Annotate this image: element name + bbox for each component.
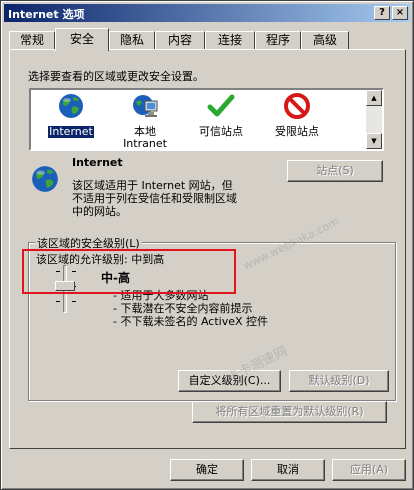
internet-options-dialog: Internet 选项 ? × 常规 安全 隐私 内容 连接 程序 高级 选择要… bbox=[0, 0, 414, 490]
default-level-button[interactable]: 默认级别(D) bbox=[289, 370, 389, 392]
globe-icon bbox=[59, 94, 83, 118]
cancel-button[interactable]: 取消 bbox=[251, 459, 325, 481]
zone-label-line2: Intranet bbox=[123, 137, 167, 150]
level-bullet-3: - 不下载未签名的 ActiveX 控件 bbox=[113, 315, 269, 328]
apply-button[interactable]: 应用(A) bbox=[332, 459, 406, 481]
window-title: Internet 选项 bbox=[8, 8, 85, 21]
title-bar: Internet 选项 ? × bbox=[4, 4, 410, 22]
zone-trusted-sites[interactable]: 可信站点 bbox=[185, 92, 257, 148]
zone-restricted-sites[interactable]: 受限站点 bbox=[261, 92, 333, 148]
zone-instruction: 选择要查看的区域或更改安全设置。 bbox=[28, 70, 204, 83]
zone-label: 可信站点 bbox=[199, 125, 243, 138]
tab-general[interactable]: 常规 bbox=[9, 31, 55, 50]
checkmark-icon bbox=[207, 94, 235, 117]
zone-list: Internet 本地 Intranet 可信站点 受限站点 ▲ ▼ bbox=[29, 88, 384, 151]
tab-programs[interactable]: 程序 bbox=[255, 31, 301, 50]
zone-list-scrollbar[interactable]: ▲ ▼ bbox=[366, 90, 382, 149]
zone-description-line-3: 中的网站。 bbox=[72, 205, 127, 218]
reset-all-zones-button[interactable]: 将所有区域重置为默认级别(R) bbox=[192, 401, 387, 423]
zone-internet[interactable]: Internet bbox=[35, 92, 107, 148]
zone-name: Internet bbox=[72, 156, 123, 169]
tab-connections[interactable]: 连接 bbox=[205, 31, 255, 50]
tab-security[interactable]: 安全 bbox=[55, 28, 109, 51]
help-button[interactable]: ? bbox=[374, 6, 390, 20]
scroll-up-button[interactable]: ▲ bbox=[366, 90, 382, 106]
globe-icon bbox=[32, 166, 58, 192]
restricted-icon bbox=[284, 93, 310, 119]
intranet-computer-icon bbox=[133, 95, 158, 117]
tab-privacy[interactable]: 隐私 bbox=[109, 31, 155, 50]
zone-local-intranet[interactable]: 本地 Intranet bbox=[109, 92, 181, 150]
zone-label: Internet bbox=[48, 125, 94, 138]
close-button[interactable]: × bbox=[392, 6, 408, 20]
highlight-box bbox=[22, 249, 236, 294]
tab-advanced[interactable]: 高级 bbox=[301, 31, 349, 50]
sites-button[interactable]: 站点(S) bbox=[287, 160, 383, 182]
tab-content[interactable]: 内容 bbox=[155, 31, 205, 50]
zone-label: 受限站点 bbox=[275, 125, 319, 138]
ok-button[interactable]: 确定 bbox=[170, 459, 244, 481]
scroll-down-button[interactable]: ▼ bbox=[366, 133, 382, 149]
